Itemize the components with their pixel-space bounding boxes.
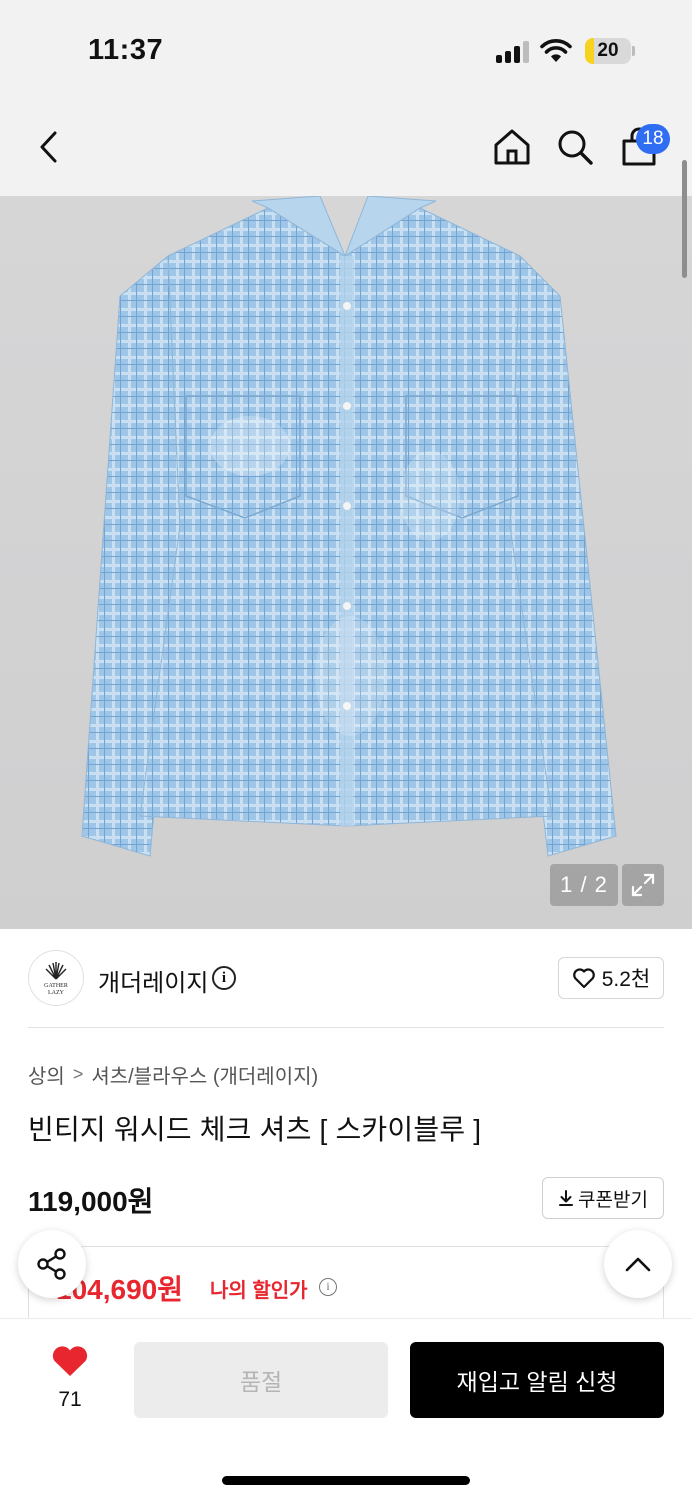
heart-filled-icon[interactable] <box>50 1344 90 1378</box>
image-counter: 1 / 2 <box>550 864 618 906</box>
home-icon <box>494 129 530 165</box>
download-icon <box>559 1190 574 1206</box>
back-button[interactable] <box>24 122 74 172</box>
scroll-to-top-button[interactable] <box>604 1230 672 1298</box>
my-discount-label: 나의 할인가 <box>210 1280 308 1302</box>
cart-count-badge: 18 <box>636 124 670 154</box>
product-like-count: 71 <box>58 1388 82 1411</box>
battery-indicator: 20 <box>585 38 631 64</box>
brand-logo[interactable]: GATHER LAZY <box>28 950 84 1006</box>
home-indicator <box>222 1476 470 1485</box>
battery-nub <box>632 46 635 56</box>
product-price: 119,000원 <box>28 1186 154 1217</box>
brand-like-count: 5.2천 <box>601 968 651 991</box>
status-time: 11:37 <box>88 34 164 66</box>
product-image[interactable] <box>0 196 692 929</box>
chevron-left-icon <box>40 131 57 163</box>
brand-logo-mark <box>45 962 67 980</box>
restock-alert-button[interactable]: 재입고 알림 신청 <box>410 1342 664 1418</box>
breadcrumb-category[interactable]: 상의 <box>28 1060 65 1089</box>
page-scrollbar[interactable] <box>682 160 687 278</box>
expand-icon <box>631 873 655 897</box>
divider <box>28 1027 664 1028</box>
discount-info-icon[interactable]: i <box>319 1278 337 1296</box>
share-icon <box>37 1248 66 1280</box>
product-photo <box>0 196 692 929</box>
info-icon[interactable]: i <box>212 966 236 990</box>
search-icon <box>558 130 593 165</box>
cellular-signal-icon <box>496 41 532 63</box>
heart-outline-icon <box>572 968 595 989</box>
breadcrumb-subcategory[interactable]: 셔츠/블라우스 (개더레이지) <box>91 1060 318 1089</box>
status-bar: 11:37 20 <box>0 0 692 100</box>
coupon-button[interactable]: 쿠폰받기 <box>542 1177 664 1219</box>
share-button[interactable] <box>18 1230 86 1298</box>
wifi-icon <box>540 39 572 62</box>
battery-level-text: 20 <box>597 40 619 61</box>
brand-like-button[interactable]: 5.2천 <box>558 957 664 999</box>
product-title: 빈티지 워시드 체크 셔츠 [ 스카이블루 ] <box>28 1114 482 1145</box>
brand-logo-text: GATHER LAZY <box>44 983 68 996</box>
breadcrumb-separator: > <box>72 1064 84 1084</box>
soldout-button[interactable]: 품절 <box>134 1342 388 1418</box>
top-navigation <box>0 100 692 196</box>
coupon-label: 쿠폰받기 <box>578 1189 648 1211</box>
expand-image-button[interactable] <box>622 864 664 906</box>
breadcrumb: 상의 > 셔츠/블라우스 (개더레이지) <box>28 1060 318 1089</box>
chevron-up-icon <box>625 1257 651 1272</box>
search-button[interactable] <box>550 122 600 172</box>
brand-name[interactable]: 개더레이지 <box>98 963 208 998</box>
home-button[interactable] <box>487 122 537 172</box>
